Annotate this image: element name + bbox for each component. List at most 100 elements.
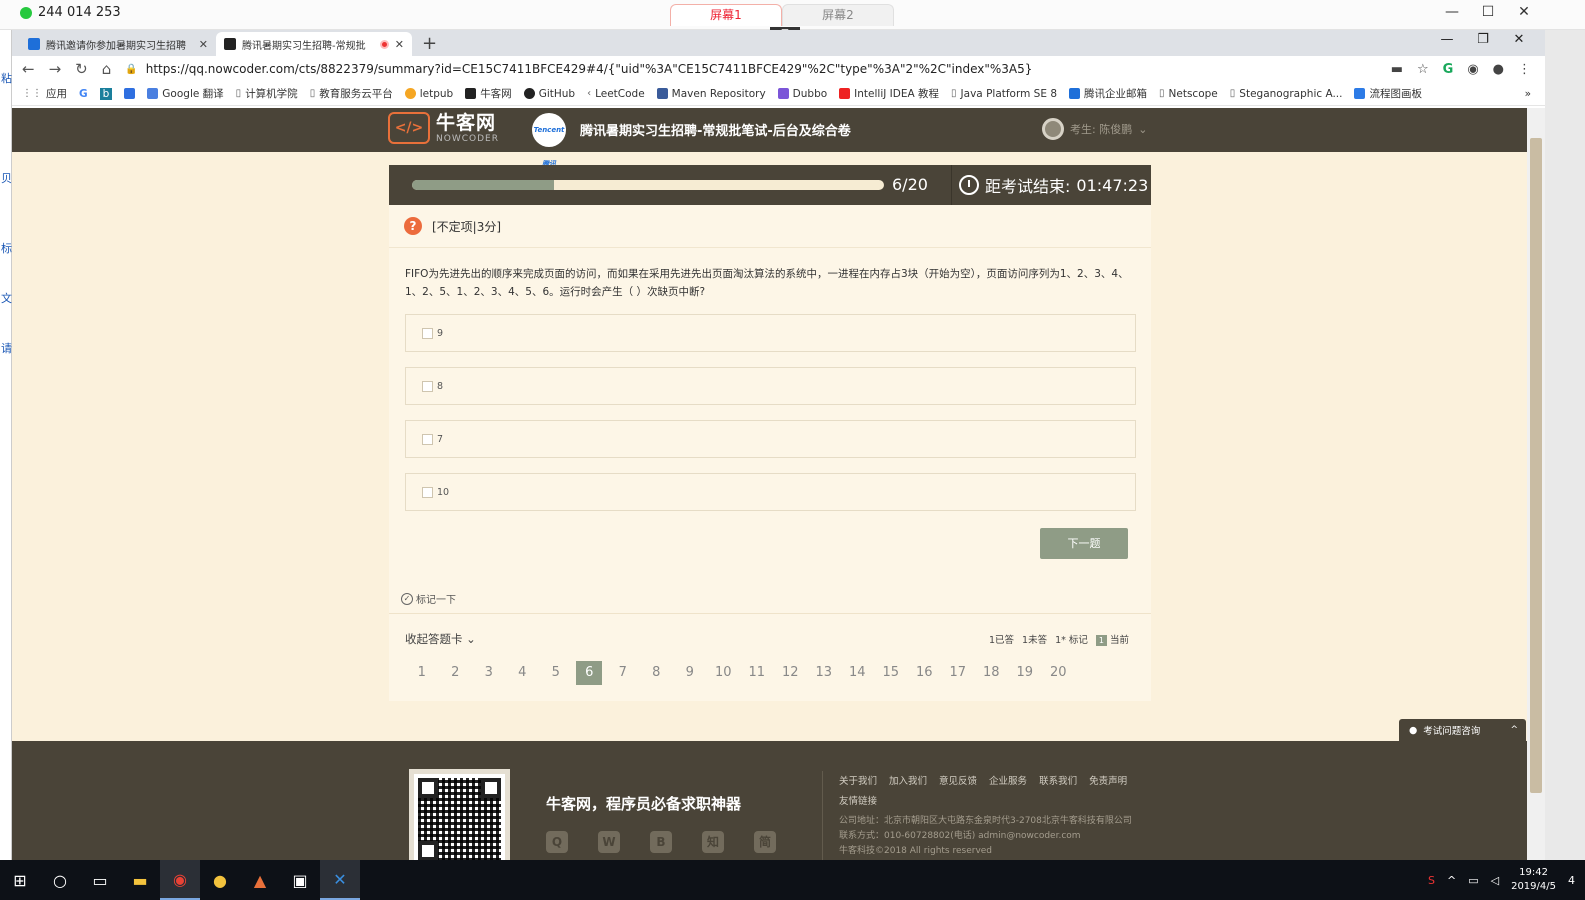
menu-icon[interactable]: ⋮ [1518, 62, 1531, 77]
question-number-item[interactable]: 17 [941, 661, 975, 685]
address-bar[interactable]: 🔒 https://qq.nowcoder.com/cts/8822379/su… [125, 58, 1376, 80]
bookmark-bing[interactable]: b [99, 87, 113, 100]
footer-link-friends[interactable]: 友情链接 [839, 793, 877, 807]
option-b[interactable]: 8 [405, 367, 1136, 405]
question-number-item[interactable]: 9 [673, 661, 707, 685]
clock[interactable]: 19:42 2019/4/5 [1511, 866, 1556, 894]
page-scrollbar[interactable] [1527, 108, 1545, 860]
incognito-icon[interactable]: ◉ [1467, 62, 1478, 77]
option-d[interactable]: 10 [405, 473, 1136, 511]
question-number-item[interactable]: 18 [975, 661, 1009, 685]
question-number-item[interactable]: 14 [841, 661, 875, 685]
bookmark-apps[interactable]: ⋮⋮ 应用 [22, 86, 67, 101]
question-number-item[interactable]: 12 [774, 661, 808, 685]
footer-link-about[interactable]: 关于我们 [839, 773, 877, 787]
mark-question-button[interactable]: ✓ 标记一下 [401, 591, 456, 606]
checkbox[interactable] [422, 433, 433, 445]
question-number-item[interactable]: 13 [807, 661, 841, 685]
jianshu-icon[interactable]: 简 [754, 831, 776, 853]
bookmark-java-se8[interactable]: ▯ Java Platform SE 8 [951, 88, 1057, 100]
profile-icon[interactable]: ● [1493, 62, 1504, 77]
question-number-item[interactable]: 16 [908, 661, 942, 685]
bookmark-netscope[interactable]: ▯ Netscope [1159, 88, 1218, 100]
question-number-item[interactable]: 5 [539, 661, 573, 685]
close-tab-icon[interactable]: ✕ [199, 38, 208, 51]
bookmark-flowchart[interactable]: 流程图画板 [1354, 86, 1422, 101]
reload-icon[interactable]: ↻ [75, 60, 88, 78]
wechat-icon[interactable]: W [598, 831, 620, 853]
tray-expand-icon[interactable]: ^ [1447, 874, 1456, 887]
user-menu[interactable]: 考生: 陈俊鹏 ⌄ [1042, 118, 1147, 140]
sogou-ime-icon[interactable]: S [1428, 874, 1435, 887]
question-number-item[interactable]: 8 [640, 661, 674, 685]
bookmark-leetcode[interactable]: ‹ LeetCode [587, 88, 645, 100]
footer-link-enterprise[interactable]: 企业服务 [989, 773, 1027, 787]
bookmark-maven[interactable]: Maven Repository [656, 88, 766, 100]
zhihu-icon[interactable]: 知 [702, 831, 724, 853]
question-number-item[interactable]: 11 [740, 661, 774, 685]
minimize-button[interactable]: — [1434, 4, 1470, 20]
bookmark-letpub[interactable]: letpub [404, 88, 453, 100]
vscode-icon[interactable]: ✕ [320, 860, 360, 900]
bookmark-cs-college[interactable]: ▯ 计算机学院 [236, 86, 298, 101]
footer-link-feedback[interactable]: 意见反馈 [939, 773, 977, 787]
collapse-answer-card-toggle[interactable]: 收起答题卡 ⌄ [405, 631, 476, 647]
cortana-search-icon[interactable]: ○ [40, 860, 80, 900]
forward-icon[interactable]: → [49, 60, 62, 78]
browser-app-icon[interactable]: ● [200, 860, 240, 900]
browser-minimize-button[interactable]: — [1429, 32, 1465, 47]
new-tab-button[interactable]: + [422, 32, 437, 56]
task-view-icon[interactable]: ▭ [80, 860, 120, 900]
terminal-icon[interactable]: ▣ [280, 860, 320, 900]
browser-restore-button[interactable]: ❐ [1465, 32, 1501, 47]
checkbox[interactable] [422, 380, 433, 392]
checkbox[interactable] [422, 327, 433, 339]
question-number-item[interactable]: 10 [707, 661, 741, 685]
star-icon[interactable]: ☆ [1417, 62, 1429, 77]
browser-tab[interactable]: 腾讯邀请你参加暑期实习生招聘 ✕ [20, 32, 216, 56]
next-question-button[interactable]: 下一题 [1040, 528, 1128, 559]
volume-icon[interactable]: ◁ [1491, 874, 1499, 887]
question-number-item[interactable]: 2 [439, 661, 473, 685]
bookmark-nowcoder[interactable]: 牛客网 [465, 86, 512, 101]
chrome-icon[interactable]: ◉ [160, 860, 200, 900]
back-icon[interactable]: ← [22, 60, 35, 78]
bookmark-edu-cloud[interactable]: ▯ 教育服务云平台 [310, 86, 393, 101]
tab-screen-2[interactable]: 屏幕2 [782, 4, 894, 26]
question-number-item[interactable]: 19 [1008, 661, 1042, 685]
tab-screen-1[interactable]: 屏幕1 [670, 4, 782, 26]
question-number-item[interactable]: 6 [576, 661, 603, 685]
question-number-item[interactable]: 3 [472, 661, 506, 685]
weibo-icon[interactable]: B [650, 831, 672, 853]
bookmark-google[interactable]: G [79, 88, 88, 100]
bookmark-steganographic[interactable]: ▯ Steganographic A... [1230, 88, 1343, 100]
matlab-icon[interactable]: ▲ [240, 860, 280, 900]
bookmark-tencent-mail[interactable]: 腾讯企业邮箱 [1069, 86, 1147, 101]
option-c[interactable]: 7 [405, 420, 1136, 458]
nowcoder-logo[interactable]: </> 牛客网 NOWCODER [388, 112, 499, 144]
close-button[interactable]: ✕ [1506, 4, 1542, 20]
network-icon[interactable]: ▭ [1468, 874, 1478, 887]
home-icon[interactable]: ⌂ [102, 60, 112, 78]
footer-link-contact[interactable]: 联系我们 [1039, 773, 1077, 787]
more-bookmarks-icon[interactable]: » [1525, 88, 1531, 100]
footer-link-join[interactable]: 加入我们 [889, 773, 927, 787]
question-number-item[interactable]: 15 [874, 661, 908, 685]
exam-consult-button[interactable]: ● 考试问题咨询 ^ [1399, 719, 1526, 741]
grammarly-icon[interactable]: G [1443, 62, 1454, 77]
bookmark-google-translate[interactable]: Google 翻译 [147, 86, 224, 101]
footer-link-disclaimer[interactable]: 免责声明 [1089, 773, 1127, 787]
bookmark-baidu[interactable] [124, 88, 136, 99]
qq-icon[interactable]: Q [546, 831, 568, 853]
question-number-item[interactable]: 1 [405, 661, 439, 685]
file-explorer-icon[interactable]: ▬ [120, 860, 160, 900]
notification-icon[interactable]: 4 [1568, 874, 1575, 887]
question-number-item[interactable]: 7 [606, 661, 640, 685]
scrollbar-thumb[interactable] [1530, 138, 1542, 793]
camera-icon[interactable]: ▬ [1391, 62, 1403, 77]
option-a[interactable]: 9 [405, 314, 1136, 352]
close-tab-icon[interactable]: ✕ [395, 38, 404, 51]
windows-start-icon[interactable]: ⊞ [0, 860, 40, 900]
question-number-item[interactable]: 20 [1042, 661, 1076, 685]
checkbox[interactable] [422, 486, 433, 498]
